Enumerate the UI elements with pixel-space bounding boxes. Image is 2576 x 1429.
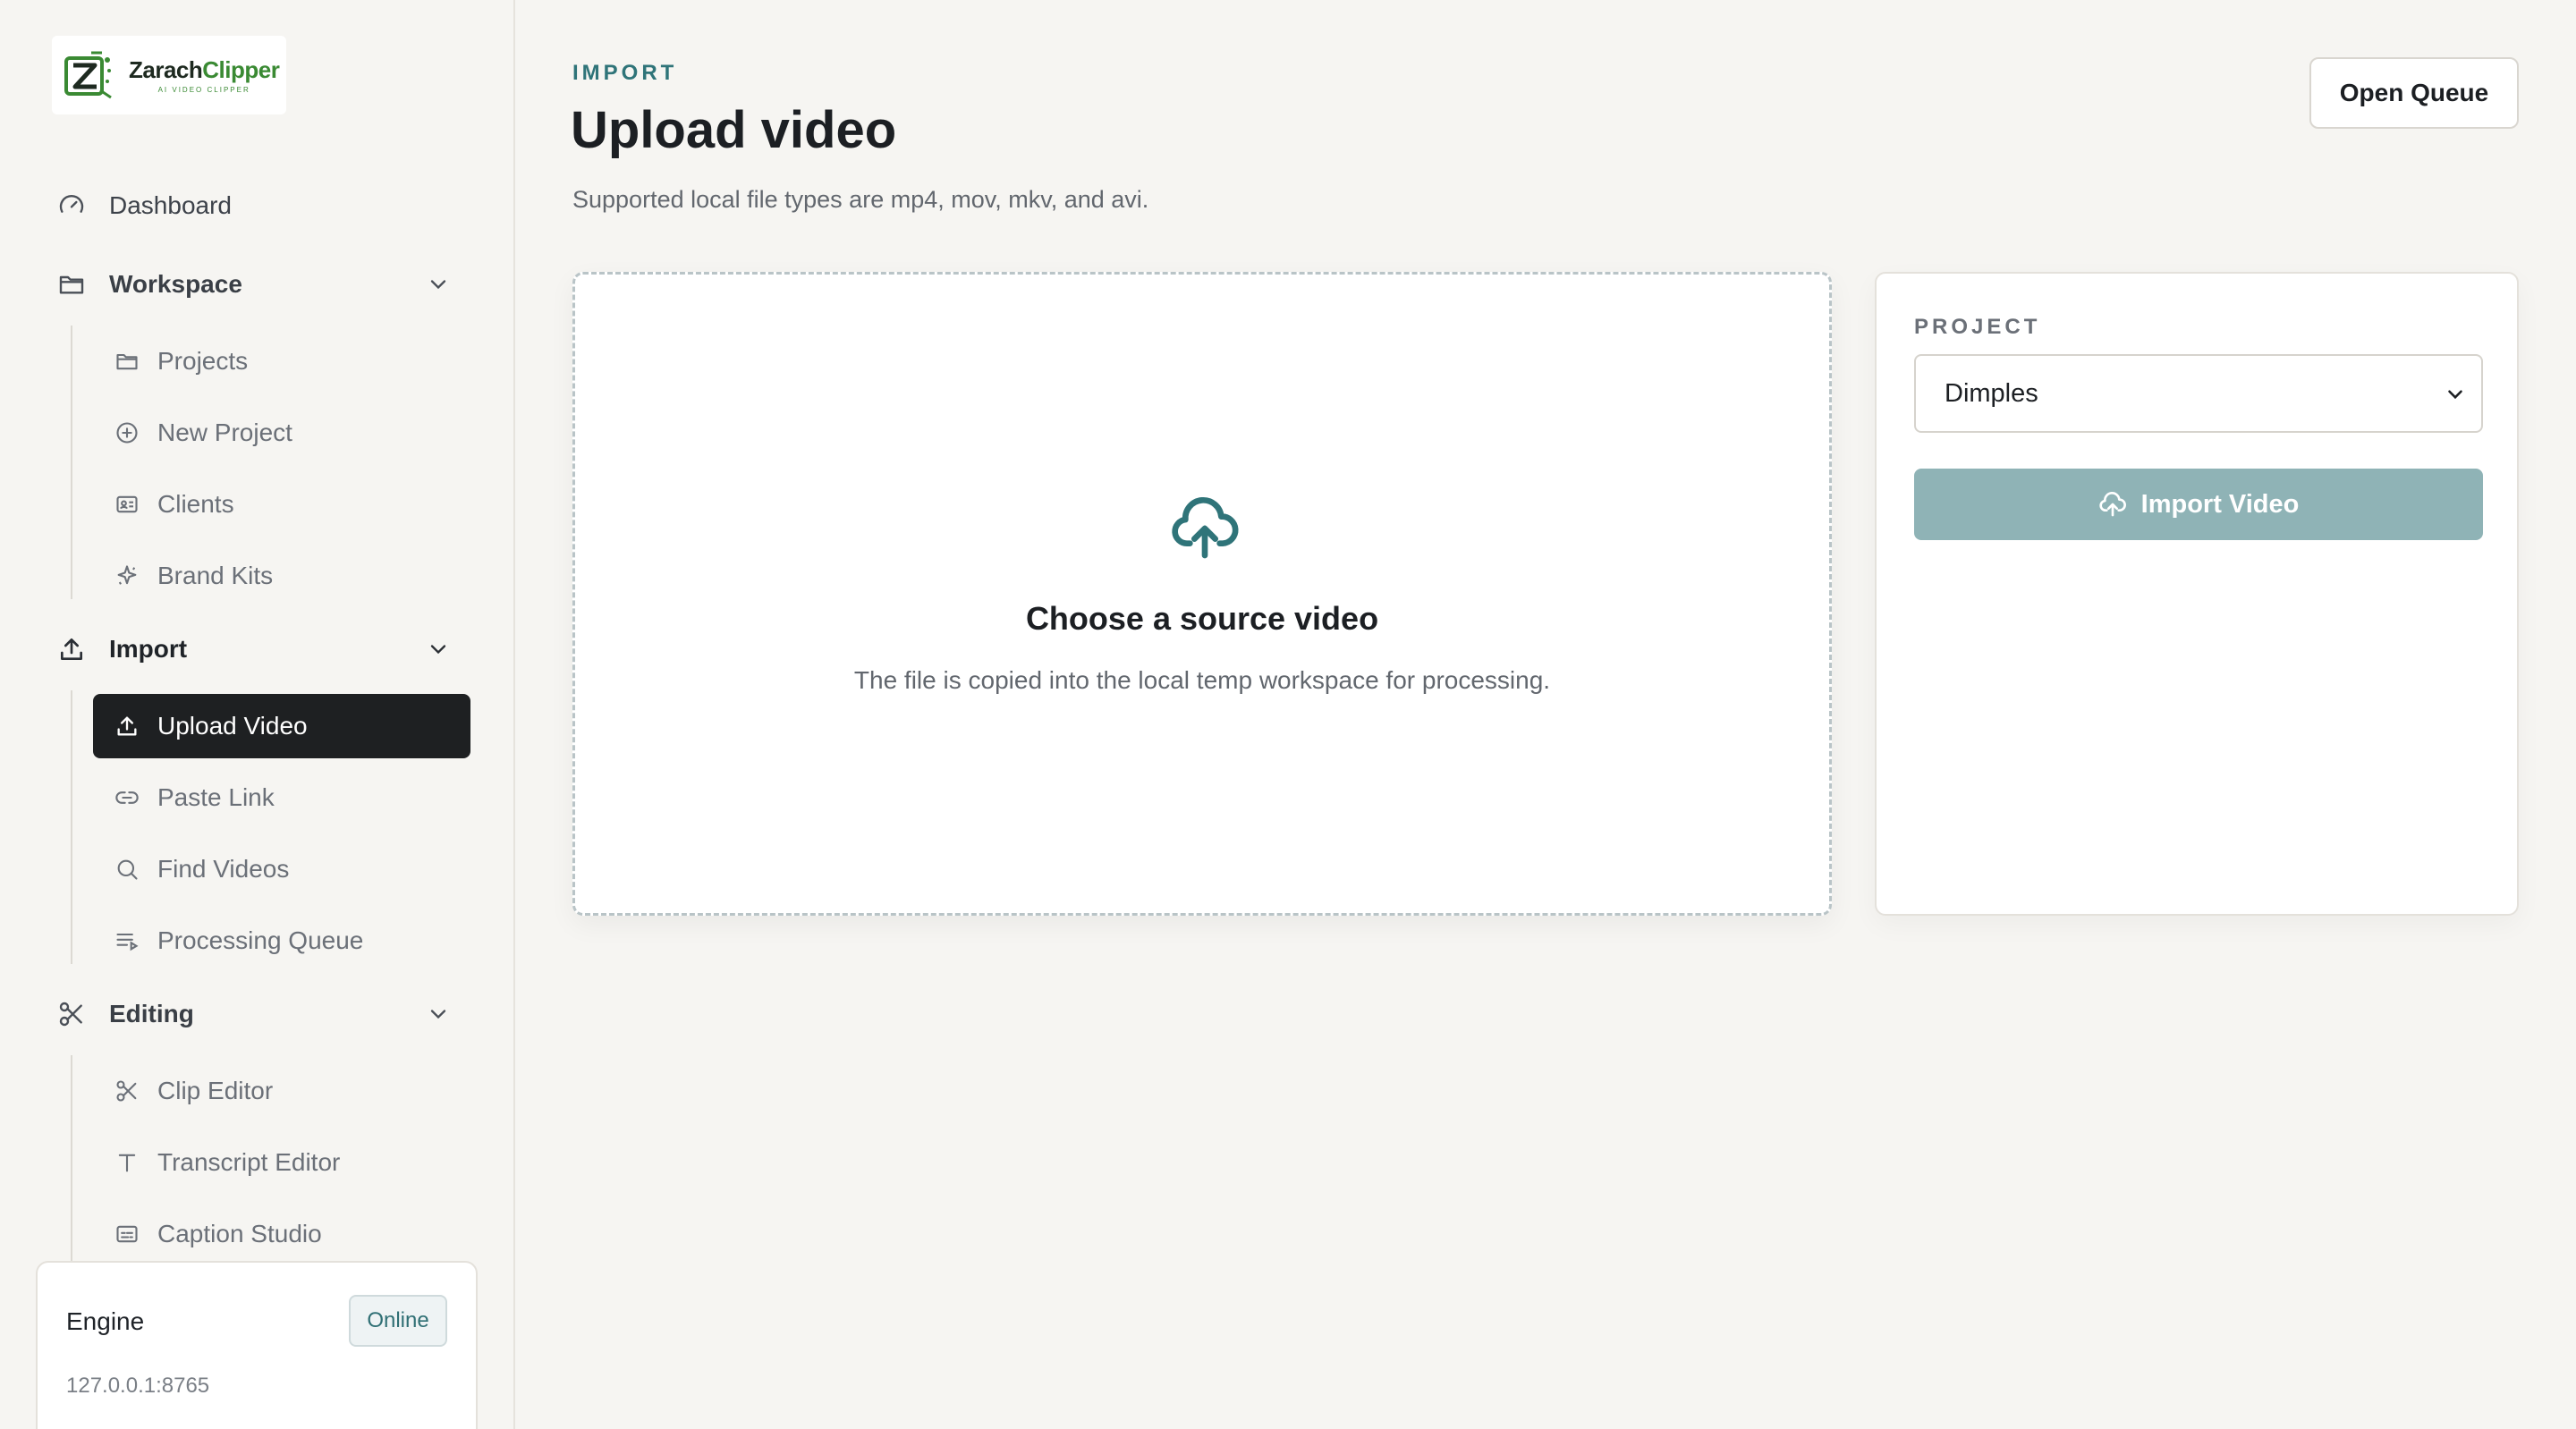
upload-icon bbox=[113, 712, 141, 740]
page-subtitle: Supported local file types are mp4, mov,… bbox=[572, 186, 1149, 213]
dropzone-description: The file is copied into the local temp w… bbox=[853, 666, 1551, 694]
queue-icon bbox=[113, 926, 141, 955]
sidebar-item-paste-link[interactable]: Paste Link bbox=[113, 783, 275, 812]
brand-name-part1: Zarach bbox=[129, 56, 203, 83]
text-icon bbox=[113, 1148, 141, 1177]
engine-title: Engine bbox=[66, 1307, 145, 1335]
nav-section-import-label: Import bbox=[109, 635, 188, 663]
brand-logo[interactable]: ZarachClipper AI VIDEO CLIPPER bbox=[52, 36, 286, 114]
cloud-upload-icon bbox=[2098, 492, 2126, 517]
sidebar-item-clip-editor[interactable]: Clip Editor bbox=[113, 1077, 273, 1105]
nav-section-import[interactable]: Import bbox=[57, 635, 451, 664]
chevron-down-icon[interactable] bbox=[426, 272, 451, 297]
page-eyebrow: IMPORT bbox=[572, 61, 678, 85]
id-card-icon bbox=[113, 490, 141, 519]
sidebar-item-label: Clients bbox=[157, 490, 234, 518]
upload-icon bbox=[57, 635, 86, 664]
scissors-icon bbox=[113, 1077, 141, 1105]
workspace-tree-line bbox=[71, 326, 72, 599]
sidebar-item-caption-studio[interactable]: Caption Studio bbox=[113, 1220, 322, 1248]
sidebar-item-upload-video[interactable]: Upload Video bbox=[93, 694, 470, 758]
import-tree-line bbox=[71, 690, 72, 964]
link-icon bbox=[113, 783, 141, 812]
sidebar-item-label: Find Videos bbox=[157, 855, 290, 883]
logo-mark-icon bbox=[61, 47, 123, 103]
nav-dashboard-label: Dashboard bbox=[109, 191, 232, 219]
nav-dashboard[interactable]: Dashboard bbox=[57, 191, 232, 220]
sidebar-item-label: Caption Studio bbox=[157, 1220, 322, 1247]
nav-section-workspace[interactable]: Workspace bbox=[57, 270, 451, 299]
open-queue-button[interactable]: Open Queue bbox=[2309, 57, 2519, 129]
scissors-icon bbox=[57, 1000, 86, 1028]
sidebar-item-label: Transcript Editor bbox=[157, 1148, 341, 1176]
folder-icon bbox=[113, 347, 141, 376]
sidebar-item-label: Paste Link bbox=[157, 783, 275, 811]
plus-circle-icon bbox=[113, 419, 141, 447]
page-title: Upload video bbox=[571, 101, 897, 159]
sidebar-item-clients[interactable]: Clients bbox=[113, 490, 234, 519]
sidebar-item-projects[interactable]: Projects bbox=[113, 347, 248, 376]
project-select[interactable]: Dimples bbox=[1914, 354, 2483, 433]
brand-tagline: AI VIDEO CLIPPER bbox=[157, 86, 250, 94]
dropzone-title: Choose a source video bbox=[1025, 600, 1379, 637]
project-panel: PROJECT Dimples Import Video bbox=[1875, 272, 2519, 916]
sidebar: ZarachClipper AI VIDEO CLIPPER Dashboard… bbox=[0, 0, 515, 1429]
engine-address: 127.0.0.1:8765 bbox=[66, 1374, 210, 1398]
gauge-icon bbox=[57, 191, 86, 220]
project-select-value: Dimples bbox=[1945, 378, 2038, 408]
nav-section-workspace-label: Workspace bbox=[109, 270, 242, 298]
folder-icon bbox=[57, 270, 86, 299]
sidebar-item-label: New Project bbox=[157, 419, 292, 446]
sidebar-item-processing-queue[interactable]: Processing Queue bbox=[113, 926, 363, 955]
chevron-down-icon bbox=[2444, 383, 2467, 406]
nav-section-editing-label: Editing bbox=[109, 1000, 194, 1027]
chevron-down-icon[interactable] bbox=[426, 637, 451, 662]
sidebar-item-brand-kits[interactable]: Brand Kits bbox=[113, 562, 273, 590]
engine-status-badge: Online bbox=[349, 1295, 447, 1347]
sidebar-item-label: Projects bbox=[157, 347, 249, 375]
project-label: PROJECT bbox=[1914, 315, 2041, 339]
sidebar-item-label: Clip Editor bbox=[157, 1077, 274, 1104]
brand-name-part2: Clipper bbox=[202, 56, 280, 83]
sidebar-item-transcript-editor[interactable]: Transcript Editor bbox=[113, 1148, 340, 1177]
search-icon bbox=[113, 855, 141, 884]
sidebar-item-new-project[interactable]: New Project bbox=[113, 419, 292, 447]
chevron-down-icon[interactable] bbox=[426, 1002, 451, 1027]
captions-icon bbox=[113, 1220, 141, 1248]
sidebar-item-label: Brand Kits bbox=[157, 562, 274, 589]
sparkle-icon bbox=[113, 562, 141, 590]
video-dropzone[interactable]: Choose a source video The file is copied… bbox=[572, 272, 1832, 916]
import-video-button[interactable]: Import Video bbox=[1914, 469, 2483, 540]
nav-section-editing[interactable]: Editing bbox=[57, 1000, 451, 1028]
cloud-upload-icon bbox=[1169, 493, 1241, 564]
sidebar-item-label: Processing Queue bbox=[157, 926, 364, 954]
app-window: ZarachClipper AI VIDEO CLIPPER Dashboard… bbox=[0, 0, 2576, 1429]
editing-tree-line bbox=[71, 1055, 72, 1270]
sidebar-item-label: Upload Video bbox=[157, 712, 308, 740]
sidebar-item-find-videos[interactable]: Find Videos bbox=[113, 855, 289, 884]
engine-status-card: Engine Online 127.0.0.1:8765 bbox=[36, 1261, 478, 1429]
import-video-label: Import Video bbox=[2140, 489, 2300, 519]
